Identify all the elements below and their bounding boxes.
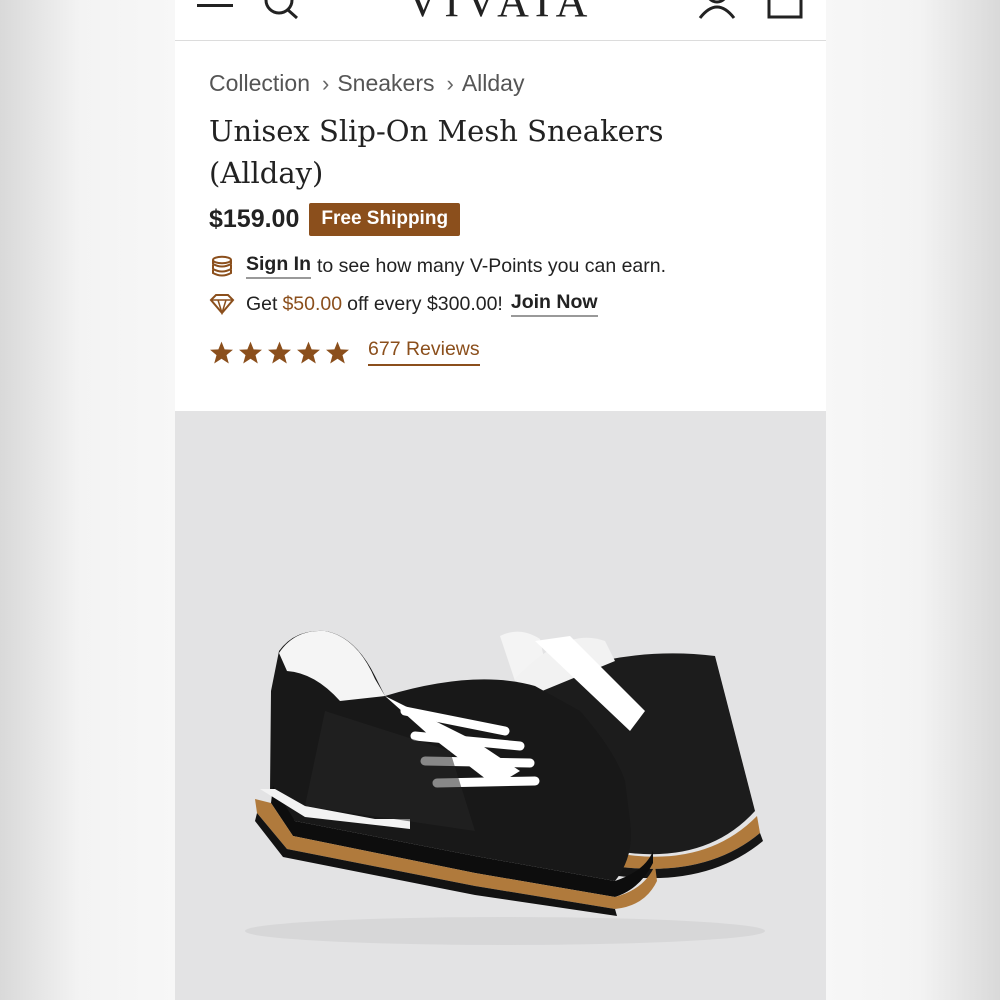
membership-promo-row: Get $50.00 off every $300.00! Join Now (209, 291, 604, 317)
chevron-right-icon: › (446, 70, 454, 96)
price-row: $159.00 Free Shipping (209, 203, 461, 236)
product-page: VIVAIA Collection › Sneakers › Allday Un… (175, 0, 826, 1000)
reviews-link[interactable]: 677 Reviews (368, 338, 480, 366)
product-title: Unisex Slip-On Mesh Sneakers (Allday) (209, 114, 664, 190)
star-icon (268, 341, 291, 363)
account-icon[interactable] (697, 0, 737, 20)
discount-amount: $50.00 (282, 292, 343, 315)
promo-get-text: Get (246, 292, 278, 315)
promo-discount-text: off every $300.00! (347, 292, 503, 315)
search-icon[interactable] (263, 0, 301, 20)
v-points-row: Sign In to see how many V-Points you can… (209, 253, 666, 279)
breadcrumb-allday[interactable]: Allday (462, 70, 525, 97)
shopping-bag-icon[interactable] (765, 0, 805, 20)
site-header: VIVAIA (175, 0, 826, 41)
diamond-icon (209, 294, 235, 315)
breadcrumb-collection[interactable]: Collection (209, 70, 310, 97)
breadcrumb-sneakers[interactable]: Sneakers (337, 70, 434, 97)
star-icon (210, 341, 233, 363)
sneakers-illustration (245, 630, 765, 945)
rating-row: 677 Reviews (209, 338, 480, 366)
join-now-link[interactable]: Join Now (510, 291, 598, 317)
star-icon (239, 341, 262, 363)
v-points-text: to see how many V-Points you can earn. (317, 254, 667, 277)
menu-icon[interactable] (197, 0, 235, 14)
breadcrumb: Collection › Sneakers › Allday (209, 70, 524, 97)
star-icon (326, 341, 349, 363)
free-shipping-badge: Free Shipping (309, 203, 461, 236)
chevron-right-icon: › (322, 70, 330, 96)
coins-icon (212, 255, 232, 277)
sign-in-link[interactable]: Sign In (246, 253, 311, 279)
product-price: $159.00 (209, 205, 300, 233)
brand-logo[interactable]: VIVAIA (405, 0, 595, 27)
star-icon (297, 341, 320, 363)
product-image[interactable] (175, 411, 826, 1000)
